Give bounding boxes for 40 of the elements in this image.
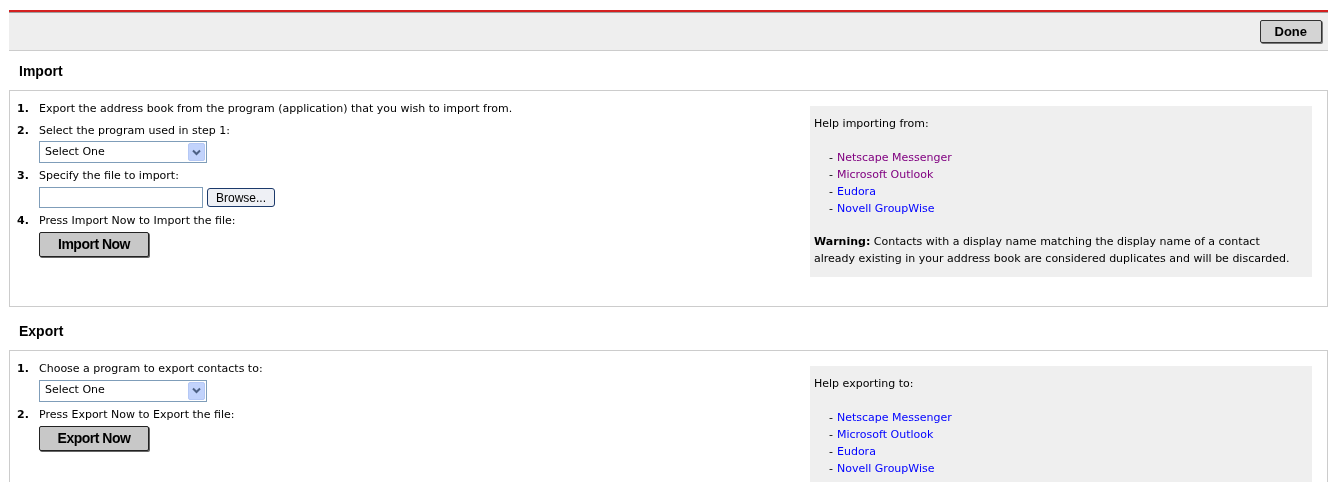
step-number: 3. <box>17 168 30 184</box>
list-dash: - <box>829 409 833 426</box>
section-heading: Import <box>18 62 64 81</box>
browse-button[interactable]: Browse... <box>207 187 275 207</box>
done-button[interactable]: Done <box>1259 20 1322 43</box>
list-dash: - <box>829 426 833 443</box>
help-link[interactable]: Microsoft Outlook <box>837 425 934 443</box>
list-dash: - <box>829 149 833 166</box>
list-dash: - <box>829 443 833 460</box>
help-link[interactable]: Novell GroupWise <box>837 459 935 477</box>
step-text: Choose a program to export contacts to: <box>39 361 263 377</box>
help-link[interactable]: Eudora <box>837 182 876 200</box>
step-text: Specify the file to import: <box>39 168 180 184</box>
help-heading: Help importing from: <box>814 116 930 132</box>
step-text: Press Import Now to Import the file: <box>39 212 236 229</box>
action-button[interactable]: Export Now <box>39 426 149 451</box>
list-dash: - <box>829 460 833 477</box>
step-number: 2. <box>17 406 30 423</box>
file-path-field[interactable] <box>39 186 203 208</box>
step-number: 1. <box>17 101 30 117</box>
help-link[interactable]: Netscape Messenger <box>837 148 952 166</box>
step-text: Export the address book from the program (application) that you wish to import from. <box>39 101 513 117</box>
help-link[interactable]: Microsoft Outlook <box>837 165 934 183</box>
select-dropdown[interactable]: Select One <box>39 379 207 402</box>
help-link[interactable]: Netscape Messenger <box>837 408 952 426</box>
step-number: 4. <box>17 212 30 229</box>
step-number: 1. <box>17 361 30 377</box>
help-link[interactable]: Eudora <box>837 442 876 460</box>
list-dash: - <box>829 183 833 200</box>
list-dash: - <box>829 200 833 217</box>
warning-text: Warning: Contacts with a display name matching the display name of a contact already existing in your address book are considered duplicates and will be discarded. <box>814 233 1291 267</box>
section-heading: Export <box>18 322 65 341</box>
help-link[interactable]: Novell GroupWise <box>837 199 935 217</box>
help-heading: Help exporting to: <box>814 376 915 392</box>
list-dash: - <box>829 166 833 183</box>
step-number: 2. <box>17 122 30 139</box>
step-text: Press Export Now to Export the file: <box>39 406 235 423</box>
step-text: Select the program used in step 1: <box>39 122 230 139</box>
action-button[interactable]: Import Now <box>39 232 149 257</box>
select-dropdown[interactable]: Select One <box>39 141 207 163</box>
